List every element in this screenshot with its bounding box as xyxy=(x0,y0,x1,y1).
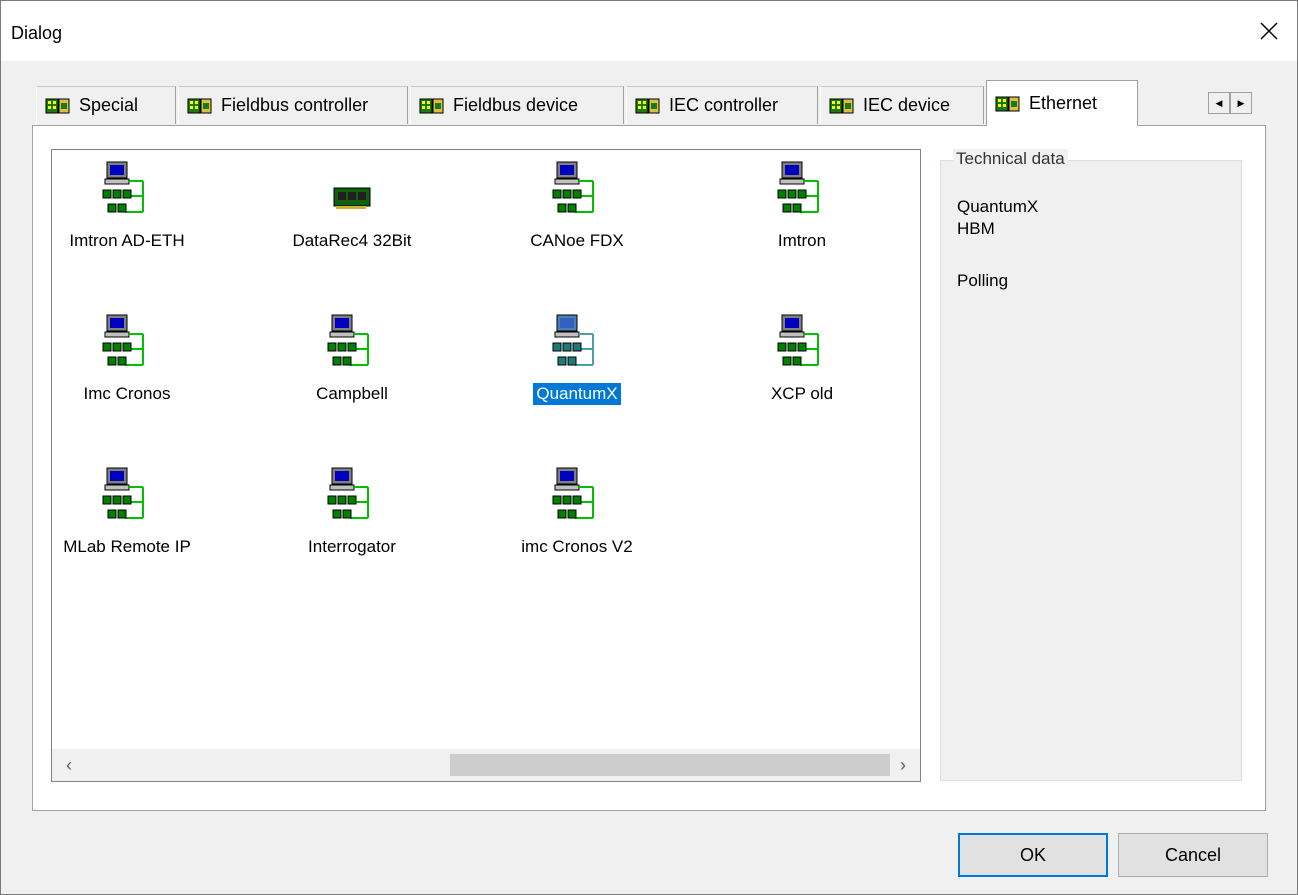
tab-label: Fieldbus controller xyxy=(221,95,369,115)
device-label: DataRec4 32Bit xyxy=(292,231,412,250)
device-item[interactable]: MLab Remote IP xyxy=(52,456,227,566)
tab-scroll-right-button[interactable]: ▶ xyxy=(1230,92,1252,114)
device-item[interactable]: Imtron AD-ETH xyxy=(52,150,227,260)
device-item[interactable]: CANoe FDX xyxy=(477,150,677,260)
device-label: Interrogator xyxy=(308,537,396,556)
device-item[interactable]: Interrogator xyxy=(252,456,452,566)
device-item[interactable]: Campbell xyxy=(252,303,452,413)
device-label: Campbell xyxy=(316,384,388,403)
device-item[interactable]: imc Cronos V2 xyxy=(477,456,677,566)
device-label: QuantumX xyxy=(532,382,622,406)
horizontal-scrollbar[interactable]: ‹ › xyxy=(52,749,920,781)
scroll-right-button[interactable]: › xyxy=(888,749,918,781)
tab-iec-device[interactable]: IEC device xyxy=(820,86,984,124)
device-label: CANoe FDX xyxy=(530,231,624,250)
module-icon xyxy=(995,96,1020,111)
ok-button[interactable]: OK xyxy=(958,833,1108,877)
module-icon xyxy=(419,98,444,113)
scroll-thumb[interactable] xyxy=(450,754,890,776)
scroll-left-button[interactable]: ‹ xyxy=(54,749,84,781)
tech-line: Polling xyxy=(957,271,1009,290)
tab-iec-controller[interactable]: IEC controller xyxy=(626,86,818,124)
network-device-icon xyxy=(320,466,384,530)
tab-special[interactable]: Special xyxy=(36,86,176,124)
network-device-icon xyxy=(95,313,159,377)
device-label: Imc Cronos xyxy=(83,384,171,403)
tab-label: Ethernet xyxy=(1029,93,1098,113)
tab-label: IEC controller xyxy=(669,95,779,115)
network-device-icon xyxy=(545,313,609,377)
device-item[interactable]: Imc Cronos xyxy=(52,303,227,413)
device-item[interactable]: QuantumX xyxy=(477,303,677,413)
chevron-left-icon: ‹ xyxy=(66,754,72,775)
network-device-icon xyxy=(545,160,609,224)
device-label: Imtron xyxy=(777,231,827,250)
device-item[interactable]: DataRec4 32Bit xyxy=(252,150,452,260)
group-title: Technical data xyxy=(953,149,1068,169)
tab-label: IEC device xyxy=(863,95,951,115)
module-icon xyxy=(635,98,660,113)
network-device-icon xyxy=(770,313,834,377)
device-label: Imtron AD-ETH xyxy=(69,231,185,250)
tab-label: Fieldbus device xyxy=(453,95,579,115)
network-device-icon xyxy=(95,160,159,224)
tab-ethernet[interactable]: Ethernet xyxy=(986,80,1138,126)
network-device-icon xyxy=(545,466,609,530)
close-button[interactable] xyxy=(1241,1,1297,61)
cancel-button[interactable]: Cancel xyxy=(1118,833,1268,877)
device-item[interactable]: XCP old xyxy=(702,303,902,413)
technical-data-group: Technical data QuantumX HBM Polling xyxy=(940,149,1242,781)
device-label: MLab Remote IP xyxy=(63,537,191,556)
network-device-icon xyxy=(320,313,384,377)
module-icon xyxy=(187,98,212,113)
tab-scroll-buttons: ◀ ▶ xyxy=(1208,92,1252,114)
network-device-icon xyxy=(770,160,834,224)
tab-scroll-left-button[interactable]: ◀ xyxy=(1208,92,1230,114)
device-list[interactable]: Imtron AD-ETH DataRec4 32Bit CANoe FDX Imtr… xyxy=(51,149,921,782)
module-icon xyxy=(829,98,854,113)
tab-fieldbus-controller[interactable]: Fieldbus controller xyxy=(178,86,408,124)
triangle-right-icon: ▶ xyxy=(1237,97,1245,108)
title-bar: Dialog xyxy=(1,1,1297,61)
device-label: XCP old xyxy=(770,384,834,403)
pci-card-icon xyxy=(320,160,384,224)
tech-line: HBM xyxy=(957,219,995,238)
network-device-icon xyxy=(95,466,159,530)
close-icon xyxy=(1260,22,1278,40)
window-title: Dialog xyxy=(11,23,63,43)
tech-line: QuantumX xyxy=(957,197,1039,216)
tab-fieldbus-device[interactable]: Fieldbus device xyxy=(410,86,624,124)
module-icon xyxy=(45,98,70,113)
device-item[interactable]: Imtron xyxy=(702,150,902,260)
tab-label: Special xyxy=(79,95,139,115)
device-label: imc Cronos V2 xyxy=(521,537,633,556)
triangle-left-icon: ◀ xyxy=(1215,97,1223,108)
chevron-right-icon: › xyxy=(900,754,906,775)
